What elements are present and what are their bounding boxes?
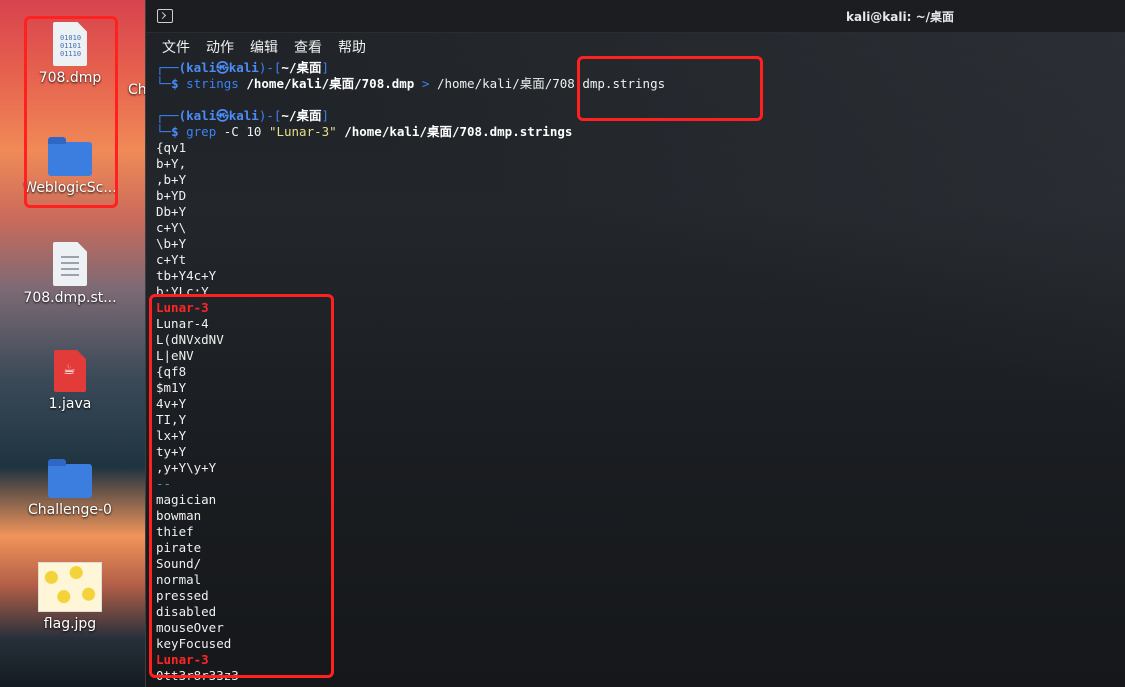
terminal-console[interactable]: ┌──(kali㉿kali)-[~/桌面] └─$ strings /home/… (156, 60, 1116, 687)
java-file-icon: ☕ (54, 350, 86, 392)
terminal-window[interactable]: kali@kali: ~/桌面 文件 动作 编辑 查看 帮助 ┌──(kali㉿… (145, 0, 1125, 687)
desktop-icon-label: 1.java (48, 396, 92, 412)
output-line: magician (156, 492, 217, 507)
output-line: thief (156, 524, 194, 539)
output-line: Lunar-4 (156, 316, 209, 331)
output-line: pressed (156, 588, 209, 603)
desktop-icon-label: flag.jpg (43, 616, 97, 632)
text-file-icon (53, 242, 87, 286)
title-bar[interactable]: kali@kali: ~/桌面 (146, 0, 1125, 33)
prompt-line: ┌──(kali㉿kali)-[~/桌面] (156, 60, 330, 75)
output-line: L(dNVxdNV (156, 332, 224, 347)
desktop-icon-weblogic-folder[interactable]: WeblogicSc... (20, 136, 120, 196)
prompt-line: ┌──(kali㉿kali)-[~/桌面] (156, 108, 330, 123)
output-line: 4v+Y (156, 396, 187, 411)
output-line: L|eNV (156, 348, 194, 363)
output-line: Sound/ (156, 556, 202, 571)
output-line: bowman (156, 508, 202, 523)
output-line-match: Lunar-3 (156, 300, 209, 315)
output-line: pirate (156, 540, 202, 555)
output-line: Db+Y (156, 204, 187, 219)
grep-output: {qv1 b+Y, ,b+Y b+YD Db+Y c+Y\ \b+Y c+Yt tb+Y4c+Y… (156, 140, 1116, 684)
output-line: b+Y, (156, 156, 187, 171)
command-line-strings: └─$ strings /home/kali/桌面/708.dmp > /hom… (156, 76, 666, 91)
output-line: $m1Y (156, 380, 187, 395)
image-file-icon (38, 562, 102, 612)
desktop: 01010 01101 01110 708.dmp Ch WeblogicSc...… (0, 0, 145, 687)
output-line-match: Lunar-3 (156, 652, 209, 667)
window-title: kali@kali: ~/桌面 (846, 10, 955, 24)
output-line: disabled (156, 604, 217, 619)
desktop-icon-label-partial: Ch (128, 82, 145, 98)
desktop-icon-label: 708.dmp.st... (23, 290, 117, 306)
output-line: c+Yt (156, 252, 187, 267)
output-line: ,y+Y\y+Y (156, 460, 217, 475)
desktop-icon-label: WeblogicSc... (23, 180, 117, 196)
output-line: \b+Y (156, 236, 187, 251)
output-line: normal (156, 572, 202, 587)
terminal-icon (157, 9, 173, 23)
desktop-icon-1-java[interactable]: ☕ 1.java (20, 350, 120, 412)
output-line: keyFocused (156, 636, 232, 651)
desktop-icon-708-dmp-strings[interactable]: 708.dmp.st... (20, 242, 120, 306)
menu-bar: 文件 动作 编辑 查看 帮助 (146, 33, 1125, 61)
output-line: {qf8 (156, 364, 187, 379)
output-separator: -- (156, 476, 172, 491)
desktop-icon-label: 708.dmp (38, 70, 102, 86)
desktop-icon-708-dmp[interactable]: 01010 01101 01110 708.dmp (20, 22, 120, 86)
output-line: ,b+Y (156, 172, 187, 187)
menu-help[interactable]: 帮助 (332, 37, 372, 57)
output-line: lx+Y (156, 428, 187, 443)
output-line: tb+Y4c+Y (156, 268, 217, 283)
output-line: mouseOver (156, 620, 224, 635)
menu-view[interactable]: 查看 (288, 37, 328, 57)
output-line: b:YLc:Y (156, 284, 209, 299)
output-line: 0tt3r8r33z3 (156, 668, 239, 683)
folder-icon (48, 459, 92, 498)
desktop-icon-flag-jpg[interactable]: flag.jpg (20, 562, 120, 632)
menu-actions[interactable]: 动作 (200, 37, 240, 57)
output-line: TI,Y (156, 412, 187, 427)
desktop-icon-challenge-folder[interactable]: Challenge-0 (20, 458, 120, 518)
binary-file-icon: 01010 01101 01110 (53, 22, 87, 66)
output-line: c+Y\ (156, 220, 187, 235)
desktop-icon-label: Challenge-0 (28, 502, 112, 518)
command-line-grep: └─$ grep -C 10 "Lunar-3" /home/kali/桌面/7… (156, 124, 573, 139)
output-line: b+YD (156, 188, 187, 203)
menu-file[interactable]: 文件 (156, 37, 196, 57)
output-line: {qv1 (156, 140, 187, 155)
folder-icon (48, 137, 92, 176)
output-line: ty+Y (156, 444, 187, 459)
menu-edit[interactable]: 编辑 (244, 37, 284, 57)
